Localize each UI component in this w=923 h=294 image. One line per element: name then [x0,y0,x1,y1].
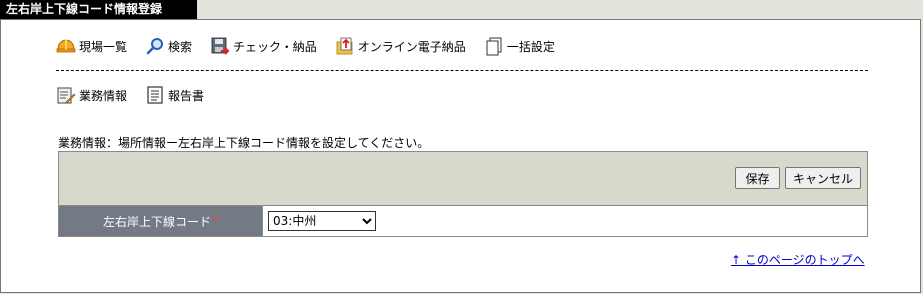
bank-code-value-cell: 03:中州 [263,206,867,236]
save-button[interactable]: 保存 [735,167,780,189]
bank-code-row: 左右岸上下線コード * 03:中州 [59,206,867,236]
cancel-button[interactable]: キャンセル [785,167,861,189]
business-info-label: 業務情報 [79,88,128,103]
report-label: 報告書 [168,88,205,103]
bank-code-label-cell: 左右岸上下線コード * [59,206,263,236]
check-deliver-label: チェック・納品 [233,39,317,54]
search-icon [145,36,168,56]
code-form: 保存 キャンセル 左右岸上下線コード * 03:中州 [58,151,868,237]
business-info-button[interactable]: 業務情報 [56,85,127,105]
main-toolbar: 現場一覧 検索 チェック・納品 オンライン電子納品 一括設定 [56,36,573,56]
edit-document-icon [56,85,79,105]
toolbar-divider [56,70,868,71]
check-deliver-button[interactable]: チェック・納品 [210,36,317,56]
folder-upload-icon [335,36,358,56]
report-button[interactable]: 報告書 [145,85,204,105]
documents-icon [484,36,507,56]
page-top-link[interactable]: ↑ このページのトップへ [731,251,865,268]
report-icon [145,85,168,105]
online-delivery-label: オンライン電子納品 [357,39,466,54]
sub-toolbar: 業務情報 報告書 [56,85,222,105]
bulk-settings-label: 一括設定 [506,39,555,54]
online-delivery-button[interactable]: オンライン電子納品 [335,36,466,56]
main-panel: 現場一覧 検索 チェック・納品 オンライン電子納品 一括設定 業務情報 報告書 … [0,19,921,293]
window-title: 左右岸上下線コード情報登録 [0,0,197,19]
bank-code-select[interactable]: 03:中州 [268,211,376,231]
instruction-text: 業務情報：場所情報ー左右岸上下線コード情報を設定してください。 [58,136,430,150]
bulk-settings-button[interactable]: 一括設定 [484,36,555,56]
search-label: 検索 [168,39,193,54]
bank-code-label: 左右岸上下線コード [102,214,211,229]
site-list-label: 現場一覧 [79,39,128,54]
floppy-icon [210,36,233,56]
search-button[interactable]: 検索 [145,36,192,56]
required-mark: * [212,214,218,228]
form-button-row: 保存 キャンセル [59,152,867,206]
hardhat-icon [56,36,79,56]
site-list-button[interactable]: 現場一覧 [56,36,127,56]
